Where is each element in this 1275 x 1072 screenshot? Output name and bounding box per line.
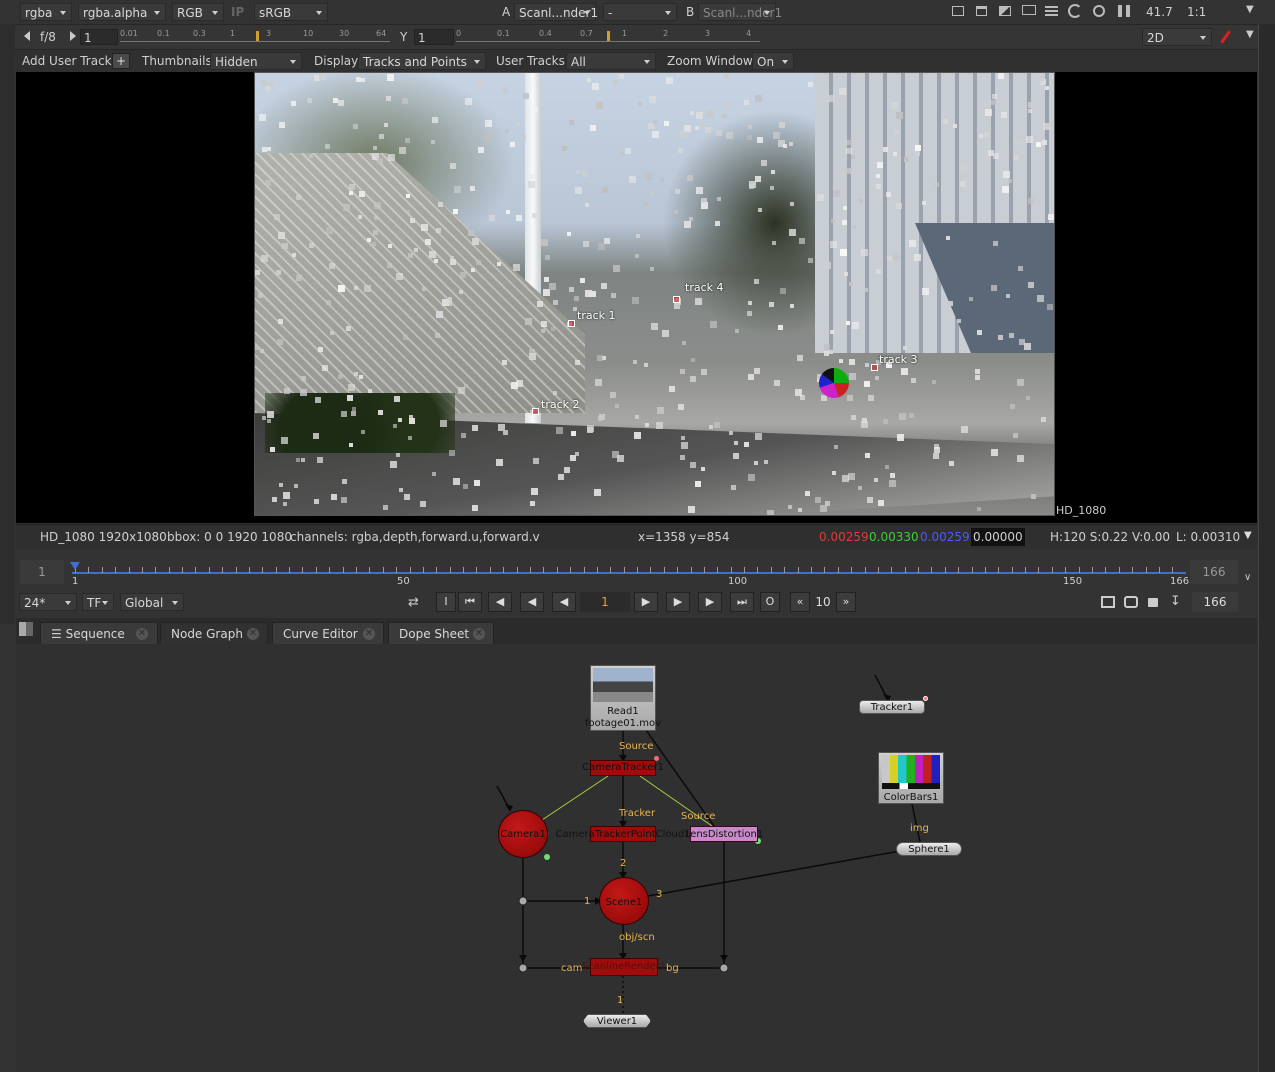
read1-node-label: Read1: [607, 706, 639, 717]
dot-camera-bottom: [518, 963, 528, 973]
lensdistortion-node-label: LensDistortion1: [684, 829, 764, 840]
edge-label-source-1: Source: [619, 741, 654, 752]
edge-label-1: 1: [584, 896, 591, 907]
camera1-node-label: Camera1: [500, 829, 546, 840]
edge-sphere-scene: [647, 850, 901, 897]
arrow-lens-render: [720, 955, 728, 962]
edge-label-cam: cam: [561, 963, 583, 974]
arrow-camera-in: [505, 804, 513, 812]
edge-label-tracker: Tracker: [619, 808, 656, 819]
viewer1-node[interactable]: Viewer1: [583, 1014, 651, 1028]
arrow-camera-render: [519, 955, 527, 962]
dot-lens-bottom: [719, 963, 729, 973]
read1-file-label: footage01.mov: [585, 718, 661, 729]
dot-camera-top: [518, 896, 528, 906]
tracker1-status-dot: [923, 696, 928, 701]
pointcloud-node-label: CameraTrackerPointCloud1: [555, 829, 691, 840]
edge-tracker-camera: [541, 775, 609, 821]
tracker1-node[interactable]: Tracker1: [859, 700, 925, 714]
edge-label-source-2: Source: [681, 811, 716, 822]
edge-label-2: 2: [620, 858, 627, 869]
scene1-node-label: Scene1: [605, 897, 643, 908]
edge-label-viewer-1: 1: [617, 995, 624, 1006]
colorbars1-thumbnail: [882, 755, 940, 783]
scanlinerender-node-label: ScanlineRender1: [581, 961, 667, 972]
edge-label-bg: bg: [666, 963, 679, 974]
sphere1-node[interactable]: Sphere1: [896, 842, 962, 856]
colorbars1-node-label: ColorBars1: [883, 792, 939, 803]
edge-label-img: img: [910, 823, 929, 834]
edge-label-objscn: obj/scn: [619, 932, 655, 943]
edge-label-3: 3: [656, 889, 663, 900]
cameratracker-status-dot: [654, 756, 659, 761]
colorbars1-thumbnail-bottom: [882, 783, 940, 789]
edge-tracker-input: [874, 674, 888, 699]
cameratracker-node-label: CameraTracker1: [582, 762, 664, 773]
read1-thumbnail: [593, 668, 653, 702]
camera-output-dot: [544, 854, 550, 860]
